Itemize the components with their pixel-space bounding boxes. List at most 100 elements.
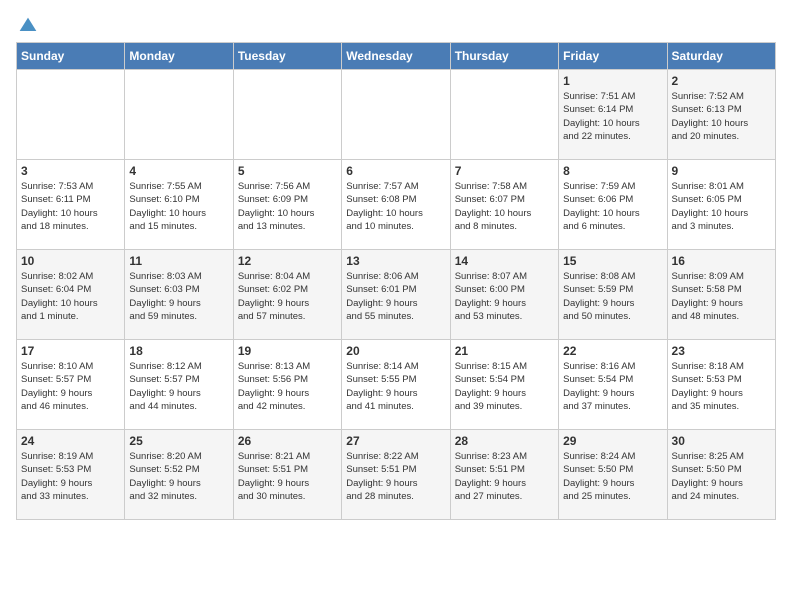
day-info: Sunrise: 8:18 AM Sunset: 5:53 PM Dayligh…: [672, 360, 771, 413]
day-info: Sunrise: 8:24 AM Sunset: 5:50 PM Dayligh…: [563, 450, 662, 503]
day-number: 9: [672, 164, 771, 178]
calendar-cell: 29Sunrise: 8:24 AM Sunset: 5:50 PM Dayli…: [559, 430, 667, 520]
day-number: 20: [346, 344, 445, 358]
weekday-header-friday: Friday: [559, 43, 667, 70]
calendar-table: SundayMondayTuesdayWednesdayThursdayFrid…: [16, 42, 776, 520]
day-number: 14: [455, 254, 554, 268]
day-number: 28: [455, 434, 554, 448]
day-info: Sunrise: 8:08 AM Sunset: 5:59 PM Dayligh…: [563, 270, 662, 323]
weekday-header-sunday: Sunday: [17, 43, 125, 70]
calendar-cell: 30 Sunrise: 8:25 AM Sunset: 5:50 PM Dayli…: [667, 430, 775, 520]
calendar-cell: 27 Sunrise: 8:22 AM Sunset: 5:51 PM Dayli…: [342, 430, 450, 520]
calendar-cell: 16 Sunrise: 8:09 AM Sunset: 5:58 PM Dayli…: [667, 250, 775, 340]
day-number: 27: [346, 434, 445, 448]
day-number: 13: [346, 254, 445, 268]
day-number: 3: [21, 164, 120, 178]
calendar-cell: 22 Sunrise: 8:16 AM Sunset: 5:54 PM Dayli…: [559, 340, 667, 430]
day-number: 8: [563, 164, 662, 178]
calendar-cell: [342, 70, 450, 160]
day-info: Sunrise: 8:15 AM Sunset: 5:54 PM Dayligh…: [455, 360, 554, 413]
page-header: [16, 16, 776, 32]
day-info: Sunrise: 8:06 AM Sunset: 6:01 PM Dayligh…: [346, 270, 445, 323]
day-number: 22: [563, 344, 662, 358]
calendar-cell: [233, 70, 341, 160]
day-info: Sunrise: 7:53 AM Sunset: 6:11 PM Dayligh…: [21, 180, 120, 233]
day-number: 5: [238, 164, 337, 178]
day-info: Sunrise: 8:09 AM Sunset: 5:58 PM Dayligh…: [672, 270, 771, 323]
day-info: Sunrise: 7:52 AM Sunset: 6:13 PM Dayligh…: [672, 90, 771, 143]
weekday-header-monday: Monday: [125, 43, 233, 70]
day-number: 11: [129, 254, 228, 268]
day-number: 1: [563, 74, 662, 88]
calendar-cell: 2 Sunrise: 7:52 AM Sunset: 6:13 PM Daylig…: [667, 70, 775, 160]
logo: [16, 16, 38, 32]
day-number: 23: [672, 344, 771, 358]
calendar-week-row: 1 Sunrise: 7:51 AM Sunset: 6:14 PM Daylig…: [17, 70, 776, 160]
day-number: 16: [672, 254, 771, 268]
day-number: 6: [346, 164, 445, 178]
day-info: Sunrise: 8:23 AM Sunset: 5:51 PM Dayligh…: [455, 450, 554, 503]
day-info: Sunrise: 8:14 AM Sunset: 5:55 PM Dayligh…: [346, 360, 445, 413]
calendar-cell: [17, 70, 125, 160]
calendar-cell: 21 Sunrise: 8:15 AM Sunset: 5:54 PM Dayli…: [450, 340, 558, 430]
calendar-cell: 1 Sunrise: 7:51 AM Sunset: 6:14 PM Daylig…: [559, 70, 667, 160]
day-info: Sunrise: 7:51 AM Sunset: 6:14 PM Dayligh…: [563, 90, 662, 143]
calendar-cell: 8Sunrise: 7:59 AM Sunset: 6:06 PM Daylig…: [559, 160, 667, 250]
calendar-cell: 23 Sunrise: 8:18 AM Sunset: 5:53 PM Dayli…: [667, 340, 775, 430]
calendar-cell: 17 Sunrise: 8:10 AM Sunset: 5:57 PM Dayli…: [17, 340, 125, 430]
day-number: 10: [21, 254, 120, 268]
day-info: Sunrise: 8:16 AM Sunset: 5:54 PM Dayligh…: [563, 360, 662, 413]
day-info: Sunrise: 7:55 AM Sunset: 6:10 PM Dayligh…: [129, 180, 228, 233]
day-info: Sunrise: 8:03 AM Sunset: 6:03 PM Dayligh…: [129, 270, 228, 323]
calendar-cell: 4Sunrise: 7:55 AM Sunset: 6:10 PM Daylig…: [125, 160, 233, 250]
calendar-cell: 12Sunrise: 8:04 AM Sunset: 6:02 PM Dayli…: [233, 250, 341, 340]
calendar-week-row: 3 Sunrise: 7:53 AM Sunset: 6:11 PM Daylig…: [17, 160, 776, 250]
calendar-week-row: 24 Sunrise: 8:19 AM Sunset: 5:53 PM Dayli…: [17, 430, 776, 520]
calendar-cell: 24 Sunrise: 8:19 AM Sunset: 5:53 PM Dayli…: [17, 430, 125, 520]
day-number: 26: [238, 434, 337, 448]
calendar-cell: 14 Sunrise: 8:07 AM Sunset: 6:00 PM Dayli…: [450, 250, 558, 340]
calendar-cell: 11 Sunrise: 8:03 AM Sunset: 6:03 PM Dayli…: [125, 250, 233, 340]
day-number: 17: [21, 344, 120, 358]
calendar-cell: 18 Sunrise: 8:12 AM Sunset: 5:57 PM Dayli…: [125, 340, 233, 430]
day-number: 18: [129, 344, 228, 358]
day-info: Sunrise: 8:12 AM Sunset: 5:57 PM Dayligh…: [129, 360, 228, 413]
day-number: 25: [129, 434, 228, 448]
calendar-week-row: 17 Sunrise: 8:10 AM Sunset: 5:57 PM Dayli…: [17, 340, 776, 430]
day-info: Sunrise: 8:07 AM Sunset: 6:00 PM Dayligh…: [455, 270, 554, 323]
weekday-header-saturday: Saturday: [667, 43, 775, 70]
calendar-cell: 3 Sunrise: 7:53 AM Sunset: 6:11 PM Daylig…: [17, 160, 125, 250]
calendar-cell: 6 Sunrise: 7:57 AM Sunset: 6:08 PM Daylig…: [342, 160, 450, 250]
day-info: Sunrise: 7:58 AM Sunset: 6:07 PM Dayligh…: [455, 180, 554, 233]
calendar-cell: 15 Sunrise: 8:08 AM Sunset: 5:59 PM Dayli…: [559, 250, 667, 340]
day-info: Sunrise: 8:01 AM Sunset: 6:05 PM Dayligh…: [672, 180, 771, 233]
day-info: Sunrise: 8:19 AM Sunset: 5:53 PM Dayligh…: [21, 450, 120, 503]
calendar-cell: 13 Sunrise: 8:06 AM Sunset: 6:01 PM Dayli…: [342, 250, 450, 340]
calendar-cell: 10 Sunrise: 8:02 AM Sunset: 6:04 PM Dayli…: [17, 250, 125, 340]
day-info: Sunrise: 8:02 AM Sunset: 6:04 PM Dayligh…: [21, 270, 120, 323]
calendar-cell: 5 Sunrise: 7:56 AM Sunset: 6:09 PM Daylig…: [233, 160, 341, 250]
day-info: Sunrise: 8:22 AM Sunset: 5:51 PM Dayligh…: [346, 450, 445, 503]
day-number: 2: [672, 74, 771, 88]
calendar-cell: 28 Sunrise: 8:23 AM Sunset: 5:51 PM Dayli…: [450, 430, 558, 520]
day-number: 15: [563, 254, 662, 268]
calendar-cell: [125, 70, 233, 160]
day-number: 7: [455, 164, 554, 178]
day-info: Sunrise: 8:13 AM Sunset: 5:56 PM Dayligh…: [238, 360, 337, 413]
day-info: Sunrise: 8:10 AM Sunset: 5:57 PM Dayligh…: [21, 360, 120, 413]
calendar-cell: 25 Sunrise: 8:20 AM Sunset: 5:52 PM Dayli…: [125, 430, 233, 520]
calendar-cell: 26 Sunrise: 8:21 AM Sunset: 5:51 PM Dayli…: [233, 430, 341, 520]
calendar-week-row: 10 Sunrise: 8:02 AM Sunset: 6:04 PM Dayli…: [17, 250, 776, 340]
day-number: 21: [455, 344, 554, 358]
day-info: Sunrise: 8:20 AM Sunset: 5:52 PM Dayligh…: [129, 450, 228, 503]
logo-icon: [18, 16, 38, 36]
day-info: Sunrise: 8:21 AM Sunset: 5:51 PM Dayligh…: [238, 450, 337, 503]
day-number: 30: [672, 434, 771, 448]
day-info: Sunrise: 7:56 AM Sunset: 6:09 PM Dayligh…: [238, 180, 337, 233]
day-info: Sunrise: 8:25 AM Sunset: 5:50 PM Dayligh…: [672, 450, 771, 503]
weekday-header-thursday: Thursday: [450, 43, 558, 70]
day-number: 24: [21, 434, 120, 448]
day-number: 12: [238, 254, 337, 268]
day-info: Sunrise: 7:57 AM Sunset: 6:08 PM Dayligh…: [346, 180, 445, 233]
calendar-cell: 7 Sunrise: 7:58 AM Sunset: 6:07 PM Daylig…: [450, 160, 558, 250]
